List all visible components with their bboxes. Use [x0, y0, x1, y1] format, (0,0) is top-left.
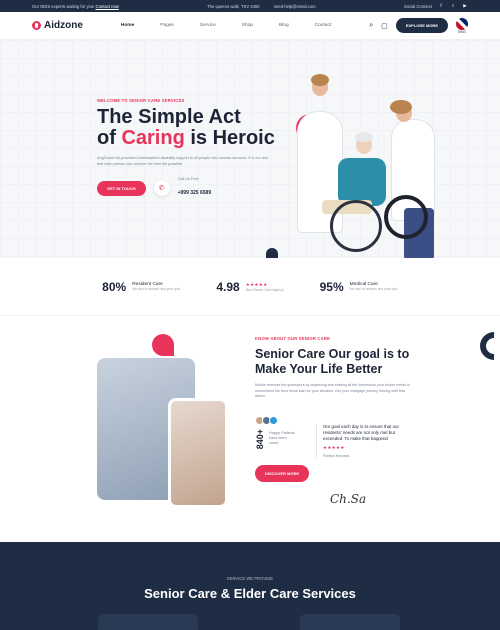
quote-text: Our goal each day is to ensure that our … [323, 424, 399, 441]
topbar: Our NDIS experts waiting for you! Contac… [0, 0, 500, 12]
nav-item-home[interactable]: Home [121, 23, 134, 28]
services-section: SERVICE WE PROVIDE Senior Care & Elder C… [0, 542, 500, 630]
stat-rating: 4.98 ★★★★★ Best Senior Care Agency [216, 280, 283, 294]
call-label: Call Us Free [177, 177, 199, 181]
quote-stars: ★★★★★ [323, 445, 345, 450]
hero-title: The Simple Act of Caring is Heroic [97, 107, 287, 149]
hero-lead: AngGcare NA provides individualized disa… [97, 156, 268, 166]
services-eyebrow: SERVICE WE PROVIDE [226, 576, 274, 581]
email-text[interactable]: need-help@email.com [274, 4, 316, 9]
nav-item-shop[interactable]: Shop [242, 23, 253, 28]
hero-title-of: of [97, 127, 116, 149]
stat-number: 80% [102, 279, 127, 294]
language-label[interactable]: ENG [458, 30, 466, 34]
address-text: The queens walk, TSV 3466 [207, 3, 260, 9]
explore-more-button[interactable]: EXPLORE MORE [395, 18, 448, 33]
uk-flag-icon[interactable] [456, 17, 468, 30]
youtube-icon[interactable]: ▶ [462, 3, 468, 9]
main-nav: Aidzone Home Pages Service Shop Blog Con… [0, 12, 500, 40]
nav-item-blog[interactable]: Blog [279, 23, 289, 28]
phone-icon[interactable]: ✆ [153, 180, 170, 196]
logo-icon [32, 21, 41, 30]
stat-medical-care: 95% Medical Care We aim to answer any you… [320, 280, 398, 294]
hero-title-rest: is Heroic [190, 127, 275, 149]
about-eyebrow: KNOW ABOUT OUR SENIOR CARE [255, 336, 331, 341]
stat-sub: We aim to answer any your quic [349, 287, 398, 291]
brand-name: Aidzone [44, 20, 83, 31]
quote-author: Patrick Harvard [323, 454, 350, 458]
signature: Ch.Sa [330, 492, 367, 506]
nurse2-hair [390, 100, 412, 114]
nav-menu: Home Pages Service Shop Blog Contact [121, 23, 331, 28]
service-card[interactable] [300, 614, 400, 630]
cart-icon[interactable]: ▢ [381, 22, 388, 30]
about-image-caregiver [168, 398, 228, 508]
stat-number: 95% [319, 279, 344, 294]
call-info[interactable]: Call Us Free +999 325 6589 [178, 177, 212, 199]
twitter-icon[interactable]: t [450, 3, 456, 9]
decorative-arc [474, 326, 500, 366]
about-body: Mobile removes the guesswork by organizi… [255, 383, 411, 398]
hero-eyebrow: WELCOME TO SENIOR CARE SERVICES [97, 98, 185, 103]
elder-figure [338, 158, 386, 206]
avatar [269, 415, 278, 425]
nav-item-contact[interactable]: Contact [315, 23, 332, 28]
hero-title-line1: The Simple Act [97, 106, 241, 128]
happy-count-label: Happy Patients have been cured [269, 431, 295, 446]
nav-item-pages[interactable]: Pages [160, 23, 174, 28]
phone-number: +999 325 6589 [177, 190, 212, 196]
about-title: Senior Care Our goal is to Make Your Lif… [255, 347, 410, 376]
decorative-half-circle [266, 248, 278, 258]
testimonial-quote: Our goal each day is to ensure that our … [316, 424, 412, 459]
about-section: KNOW ABOUT OUR SENIOR CARE Senior Care O… [0, 316, 500, 542]
topbar-promo: Our NDIS experts waiting for you! Contac… [32, 4, 119, 9]
promo-text: Our NDIS experts waiting for you! [32, 3, 95, 9]
hero-section: WELCOME TO SENIOR CARE SERVICES The Simp… [0, 40, 500, 258]
elder-hair [355, 132, 373, 142]
brand-logo[interactable]: Aidzone [32, 20, 83, 31]
stats-row: 80% Resident Care We aim to answer any yo… [0, 258, 500, 316]
decorative-pink-shape [152, 334, 174, 356]
stat-sub: Best Senior Care Agency [245, 287, 284, 292]
social-label: Social Connect [403, 3, 432, 9]
nav-item-service[interactable]: Service [200, 23, 216, 28]
stat-number: 4.98 [216, 279, 240, 294]
discover-more-button[interactable]: DISCOVER MORE [255, 464, 310, 482]
wheelchair-wheel-large [384, 195, 428, 239]
services-title: Senior Care & Elder Care Services [144, 586, 356, 601]
contact-now-link[interactable]: Contact now [96, 4, 119, 9]
happy-count: 840+ [255, 428, 265, 449]
search-icon[interactable]: ⌕ [369, 22, 373, 30]
service-card[interactable] [98, 614, 198, 630]
stat-sub: We aim to answer any your quic [132, 287, 181, 291]
stat-resident-care: 80% Resident Care We aim to answer any yo… [102, 280, 180, 294]
hero-title-highlight: Caring [121, 127, 185, 149]
get-in-touch-button[interactable]: GET IN TOUCH [97, 180, 146, 196]
wheelchair-wheel [330, 200, 382, 252]
facebook-icon[interactable]: f [438, 3, 444, 9]
nurse-hair [311, 74, 329, 86]
